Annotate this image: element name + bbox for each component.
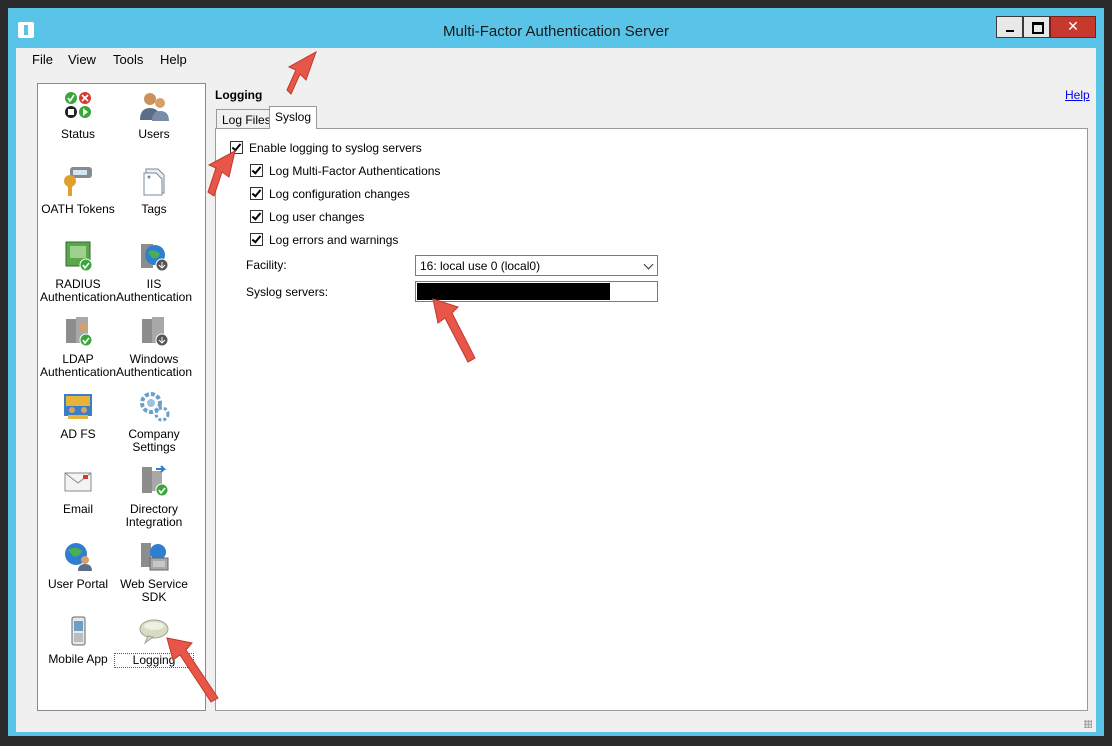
tab-syslog[interactable]: Syslog xyxy=(269,106,318,129)
arrow-to-syslog-servers xyxy=(432,298,476,363)
arrow-to-logging-nav xyxy=(166,637,219,703)
annotation-arrows xyxy=(166,50,476,703)
arrow-to-enable-checkbox xyxy=(207,150,236,197)
arrow-to-syslog-tab xyxy=(286,50,317,95)
